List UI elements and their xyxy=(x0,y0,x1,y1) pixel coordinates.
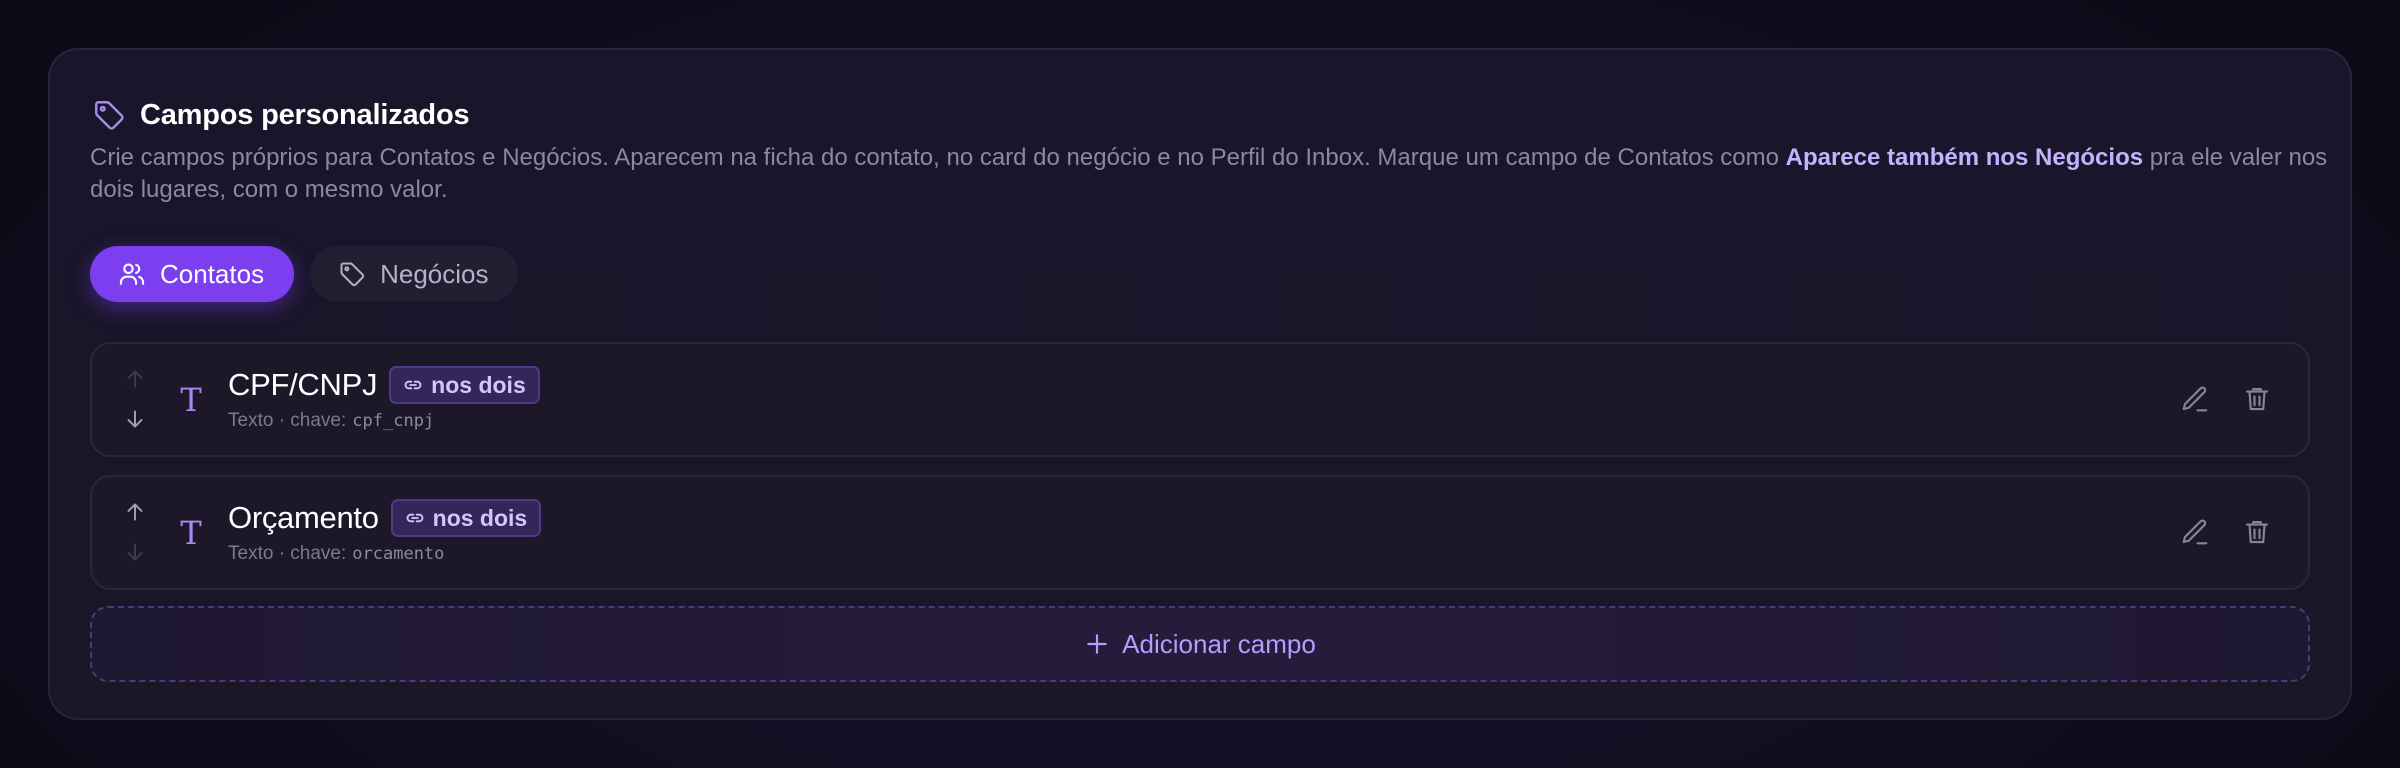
description-text: Crie campos próprios para Contatos e Neg… xyxy=(90,144,1786,171)
field-row: T Orçamento nos dois Texto · chave: orca… xyxy=(90,475,2310,590)
field-info: Orçamento nos dois Texto · chave: orcame… xyxy=(228,497,542,567)
section-title: Campos personalizados xyxy=(140,98,470,131)
badge-label: nos dois xyxy=(431,371,526,398)
field-name: Orçamento xyxy=(228,500,379,535)
field-meta: Texto · chave: cpf_cnpj xyxy=(228,408,540,434)
field-key: cpf_cnpj xyxy=(352,411,435,431)
field-type: Texto · chave: xyxy=(228,543,347,564)
plus-icon xyxy=(1084,631,1110,657)
tab-contatos[interactable]: Contatos xyxy=(90,246,295,302)
move-up-icon[interactable] xyxy=(122,366,148,392)
shared-badge: nos dois xyxy=(390,499,542,537)
move-up-icon[interactable] xyxy=(122,499,148,525)
field-name: CPF/CNPJ xyxy=(228,367,378,402)
field-row: T CPF/CNPJ nos dois Texto · chave: cpf_c… xyxy=(90,342,2310,457)
row-actions xyxy=(2180,384,2272,414)
text-type-icon: T xyxy=(180,514,202,552)
fields-list: T CPF/CNPJ nos dois Texto · chave: cpf_c… xyxy=(90,342,2310,590)
move-down-icon[interactable] xyxy=(122,406,148,432)
field-meta: Texto · chave: orcamento xyxy=(228,541,541,567)
reorder-controls xyxy=(122,366,148,432)
description-highlight: Aparece também nos Negócios xyxy=(1785,144,2144,171)
field-info: CPF/CNPJ nos dois Texto · chave: cpf_cnp… xyxy=(228,364,540,434)
link-icon xyxy=(405,508,425,528)
tab-label: Contatos xyxy=(160,258,265,289)
add-field-label: Adicionar campo xyxy=(1122,628,1316,659)
edit-icon[interactable] xyxy=(2180,384,2210,414)
tab-negocios[interactable]: Negócios xyxy=(310,246,519,302)
add-field-button[interactable]: Adicionar campo xyxy=(90,606,2310,682)
entity-tabs: Contatos Negócios xyxy=(90,246,2310,302)
field-key: orcamento xyxy=(352,544,445,564)
tag-icon xyxy=(92,98,126,132)
row-actions xyxy=(2180,517,2272,547)
custom-fields-card: Campos personalizados Crie campos própri… xyxy=(48,48,2352,720)
text-type-icon: T xyxy=(180,381,202,419)
users-icon xyxy=(118,260,146,288)
edit-icon[interactable] xyxy=(2180,517,2210,547)
reorder-controls xyxy=(122,499,148,565)
section-header: Campos personalizados xyxy=(90,90,2310,140)
badge-label: nos dois xyxy=(432,504,528,531)
trash-icon[interactable] xyxy=(2242,517,2272,547)
tab-label: Negócios xyxy=(380,258,489,289)
trash-icon[interactable] xyxy=(2242,384,2272,414)
section-description: Crie campos próprios para Contatos e Neg… xyxy=(90,142,2330,206)
tag-icon xyxy=(338,260,366,288)
shared-badge: nos dois xyxy=(389,366,540,404)
field-type: Texto · chave: xyxy=(228,410,347,431)
link-icon xyxy=(403,375,423,395)
move-down-icon[interactable] xyxy=(122,539,148,565)
